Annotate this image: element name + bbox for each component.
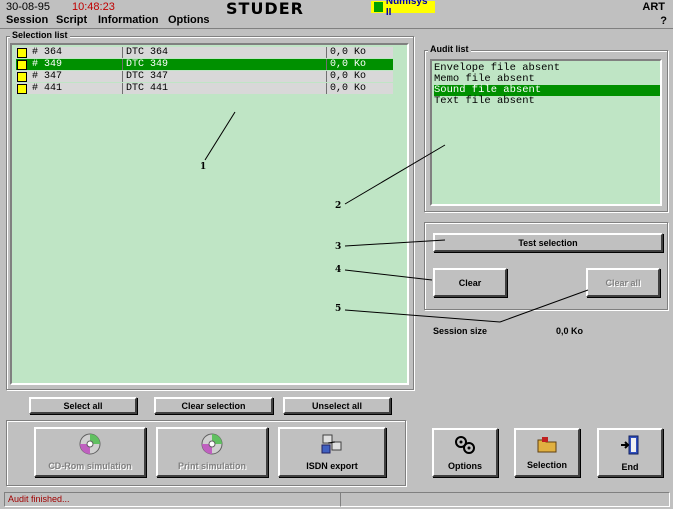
callout-5: 5 (335, 304, 342, 314)
cd-rom-simulation-label: CD-Rom simulation (48, 461, 132, 471)
print-simulation-button[interactable]: Print simulation (156, 427, 268, 477)
cd-rom-simulation-button[interactable]: CD-Rom simulation (34, 427, 146, 477)
end-label: End (621, 461, 639, 472)
isdn-export-button[interactable]: ISDN export (278, 427, 386, 477)
cd-disc-icon (201, 433, 223, 457)
options-button[interactable]: Options (432, 428, 498, 477)
clear-selection-button[interactable]: Clear selection (154, 397, 273, 414)
callout-4: 4 (335, 265, 342, 275)
cd-disc-icon (79, 433, 101, 457)
print-simulation-label: Print simulation (177, 461, 246, 471)
isdn-export-label: ISDN export (306, 461, 358, 471)
end-button[interactable]: End (597, 428, 663, 477)
selection-label: Selection (526, 459, 567, 470)
callout-3: 3 (335, 242, 342, 252)
callout-2: 2 (335, 201, 342, 211)
unselect-all-button[interactable]: Unselect all (283, 397, 391, 414)
select-all-button[interactable]: Select all (29, 397, 137, 414)
status-bar: Audit finished... (4, 492, 341, 507)
selection-button[interactable]: Selection (514, 428, 580, 477)
network-computer-icon (320, 433, 344, 457)
options-label: Options (448, 460, 482, 471)
exit-door-icon (619, 434, 641, 458)
folder-icon (536, 436, 558, 456)
gears-icon (454, 435, 476, 457)
callout-1: 1 (200, 162, 207, 172)
status-bar-secondary (340, 492, 670, 507)
